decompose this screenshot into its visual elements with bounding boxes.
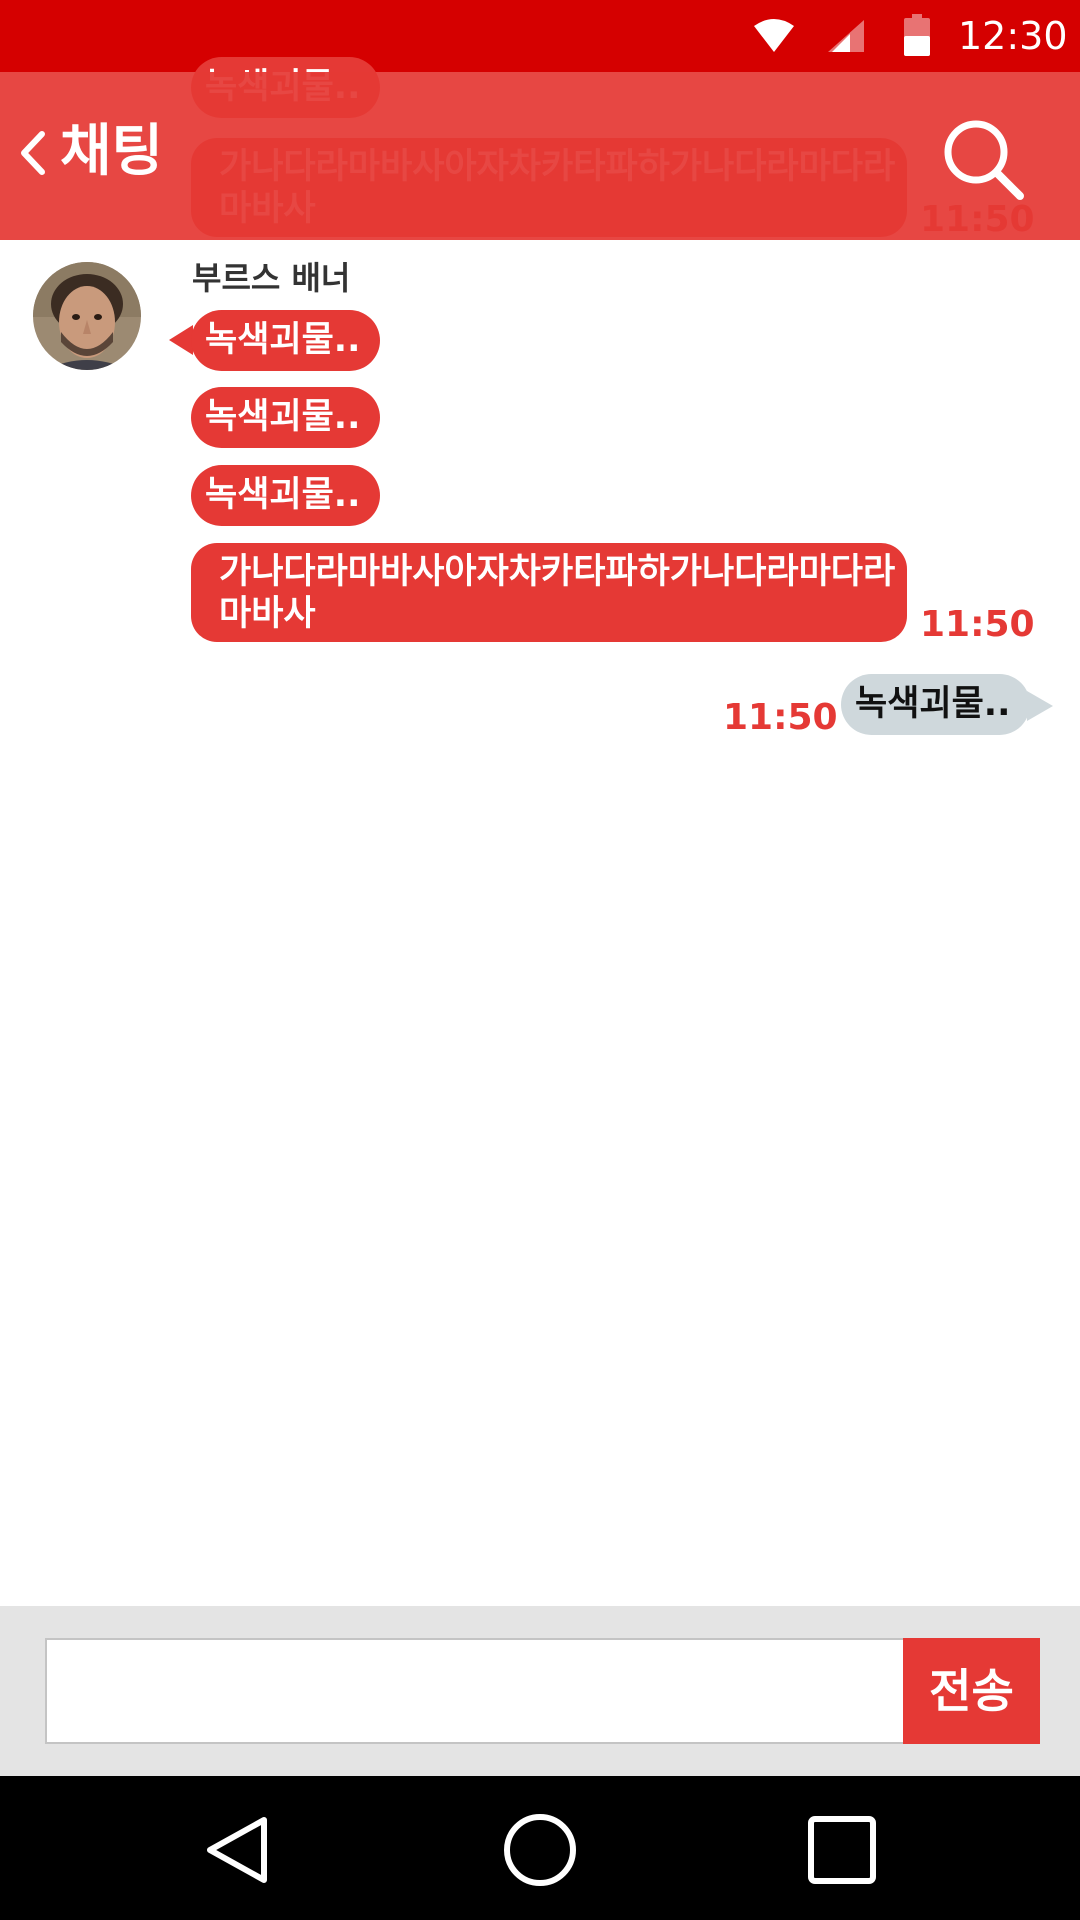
page-title: 채팅 <box>60 119 164 184</box>
send-button[interactable]: 전송 <box>903 1638 1040 1744</box>
nav-back-icon[interactable] <box>198 1810 278 1890</box>
search-button[interactable] <box>938 114 1028 204</box>
search-icon <box>944 120 1024 200</box>
bubble-tail <box>1027 691 1053 721</box>
chevron-left-icon[interactable] <box>18 128 48 178</box>
message-input[interactable] <box>45 1638 903 1744</box>
input-bar: 전송 <box>0 1606 1080 1776</box>
avatar[interactable] <box>33 262 141 370</box>
app-bar: 채팅 <box>0 72 1080 240</box>
nav-home-icon[interactable] <box>500 1810 580 1890</box>
message-timestamp: 11:50 <box>920 604 1035 645</box>
nav-recents-icon[interactable] <box>802 1810 882 1890</box>
outgoing-message-bubble[interactable]: 녹색괴물.. <box>841 674 1030 735</box>
message-bubble[interactable]: 가나다라마바사아자차카타파하가나다라마다라마바사 <box>191 543 907 642</box>
bubble-tail <box>169 325 193 355</box>
navigation-bar <box>0 1776 1080 1920</box>
message-bubble[interactable]: 녹색괴물.. <box>191 465 380 526</box>
message-list[interactable]: 녹색괴물.. 가나다라마바사아자차카타파하가나다라마다라마바사 11:50 부르… <box>0 0 1080 1606</box>
message-bubble[interactable]: 녹색괴물.. <box>191 310 380 371</box>
message-timestamp: 11:50 <box>723 697 838 738</box>
sender-name: 부르스 배너 <box>192 259 351 297</box>
message-bubble[interactable]: 녹색괴물.. <box>191 387 380 448</box>
